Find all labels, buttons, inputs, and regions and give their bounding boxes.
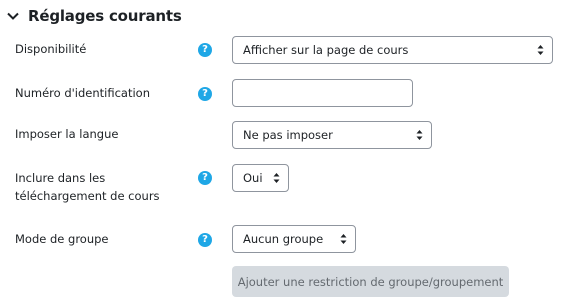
download-label: Inclure dans les téléchargement de cours <box>15 171 160 203</box>
groupmode-label: Mode de groupe <box>15 232 109 246</box>
groupmode-select[interactable]: Aucun groupe <box>232 225 356 253</box>
language-row: Imposer la langue Ne pas imposer <box>0 121 567 149</box>
download-row: Inclure dans les téléchargement de cours… <box>0 164 567 204</box>
groupmode-help-icon[interactable]: ? <box>198 233 212 247</box>
select-caret-icon <box>340 234 347 244</box>
availability-label: Disponibilité <box>15 42 87 56</box>
language-label: Imposer la langue <box>15 127 119 141</box>
select-caret-icon <box>273 173 280 183</box>
idnumber-input[interactable] <box>232 79 413 107</box>
idnumber-row: Numéro d'identification ? <box>0 79 567 107</box>
idnumber-help-icon[interactable]: ? <box>198 87 212 101</box>
availability-row: Disponibilité ? Afficher sur la page de … <box>0 36 567 64</box>
chevron-down-icon <box>7 12 19 20</box>
select-caret-icon <box>416 130 423 140</box>
download-help-icon[interactable]: ? <box>198 171 212 185</box>
groupmode-row: Mode de groupe ? Aucun groupe <box>0 225 567 253</box>
availability-help-icon[interactable]: ? <box>198 43 212 57</box>
idnumber-label: Numéro d'identification <box>15 86 151 100</box>
add-group-restriction-button[interactable]: Ajouter une restriction de groupe/groupe… <box>232 266 509 297</box>
download-select-value: Oui <box>243 171 263 185</box>
section-title: Réglages courants <box>28 7 182 25</box>
language-select[interactable]: Ne pas imposer <box>232 121 432 149</box>
language-select-value: Ne pas imposer <box>243 128 333 142</box>
select-caret-icon <box>537 45 544 55</box>
availability-select-value: Afficher sur la page de cours <box>243 43 409 57</box>
section-toggle[interactable]: Réglages courants <box>5 4 182 28</box>
availability-select[interactable]: Afficher sur la page de cours <box>232 36 553 64</box>
groupmode-select-value: Aucun groupe <box>243 232 324 246</box>
download-select[interactable]: Oui <box>232 164 289 192</box>
